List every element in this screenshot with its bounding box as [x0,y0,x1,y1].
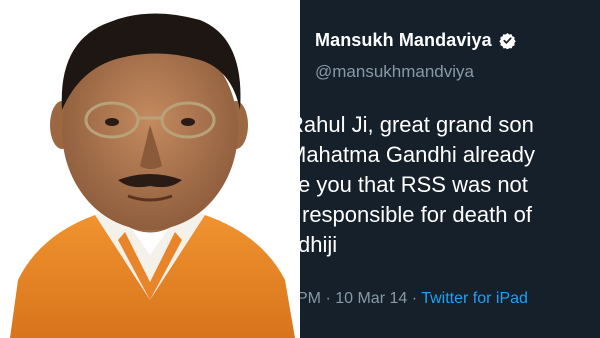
meta-separator: · [325,290,331,307]
tweet-line: dhiji [300,232,338,257]
tweet-date[interactable]: 10 Mar 14 [335,290,407,307]
tweet-card: Mansukh Mandaviya @mansukhmandviya Rahul… [300,0,600,338]
tweet-line: e you that RSS was not [300,172,528,197]
tweet-text: Rahul Ji, great grand son Mahatma Gandhi… [300,110,600,260]
tweet-author-row[interactable]: Mansukh Mandaviya [315,30,516,51]
tweet-metadata: PM · 10 Mar 14 · Twitter for iPad [300,290,528,308]
meta-separator: · [411,290,418,307]
tweet-line: Rahul Ji, great grand son [300,112,534,137]
portrait-illustration [0,0,300,338]
tweet-time[interactable]: PM [300,290,321,307]
author-handle[interactable]: @mansukhmandviya [315,62,474,82]
verified-badge-icon [499,32,516,50]
tweet-line: Mahatma Gandhi already [300,142,536,167]
portrait-photo [0,0,300,338]
author-display-name[interactable]: Mansukh Mandaviya [315,30,492,51]
tweet-line: responsible for death of [302,202,532,227]
tweet-source-link[interactable]: Twitter for iPad [421,290,528,307]
